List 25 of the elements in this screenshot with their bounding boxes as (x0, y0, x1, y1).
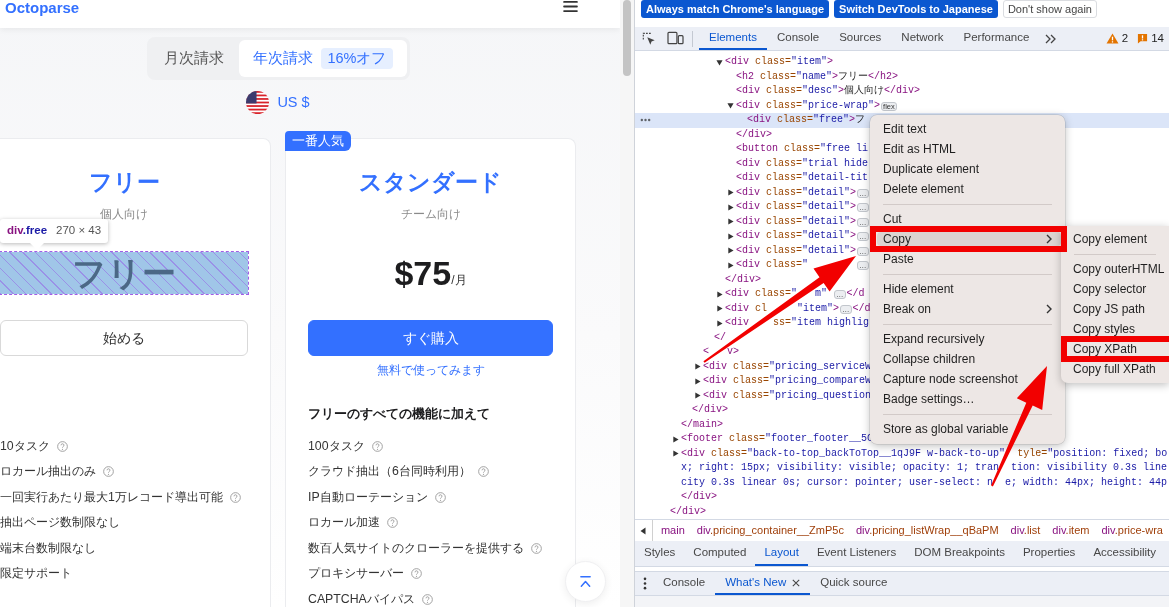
feature-text: プロキシサーバー (308, 566, 404, 581)
features-heading: フリーのすべての機能に加えて (308, 405, 490, 423)
feature-text: 一回実行あたり最大1万レコード導出可能 (0, 489, 223, 505)
feature-text: 100タスク (308, 438, 365, 454)
discount-badge: 16%オフ (321, 48, 393, 69)
price-period: /月 (451, 273, 467, 287)
feature-text: 10タスク (0, 438, 50, 454)
element-selector: div.free (7, 223, 48, 239)
price-amount: フリー (72, 253, 176, 293)
feature-text: 抽出ページ数制限なし (0, 515, 120, 530)
plan-audience: 個人向け (100, 206, 148, 222)
feature-text: ロカール加速 (308, 515, 380, 530)
feature-text: IP自動ローテーション (308, 489, 428, 505)
feature-text: 限定サポート (0, 566, 72, 581)
feature-text: CAPTCHAバイパス (308, 591, 415, 607)
popular-ribbon: 一番人気 (285, 131, 351, 151)
plan-name: スタンダード (359, 168, 502, 197)
element-size: 270 × 43 (56, 223, 102, 239)
plan-audience: チーム向け (400, 206, 461, 222)
plan-name: フリー (88, 168, 160, 197)
feature-text: 数百人気サイトのクローラーを提供する (308, 540, 524, 556)
feature-text: 端末台数制限なし (0, 540, 96, 556)
feature-text: クラウド抽出（6台同時利用） (308, 464, 471, 479)
feature-text: ロカール抽出のみ (0, 464, 96, 479)
price-amount: $75 (394, 253, 452, 293)
